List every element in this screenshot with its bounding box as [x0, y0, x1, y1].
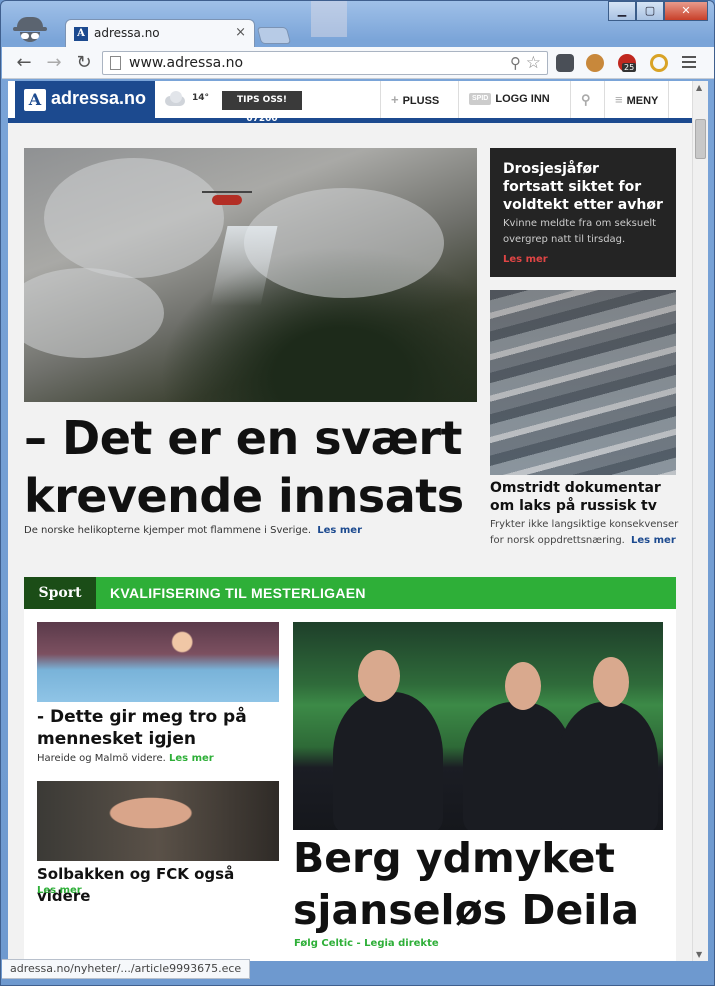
- menu-label: MENY: [626, 95, 659, 107]
- sport-story1-read-more[interactable]: Les mer: [169, 753, 214, 764]
- browser-toolbar: ← → ↻ www.adressa.no ⚲ ☆ 25: [2, 47, 714, 79]
- main-lede-text: De norske helikopterne kjemper mot flamm…: [24, 525, 312, 536]
- sport-main-title[interactable]: Berg ydmyket sjanseløs Deila: [293, 832, 663, 936]
- page-scrollbar[interactable]: ▲ ▼: [692, 81, 708, 961]
- evernote-icon[interactable]: [556, 54, 574, 72]
- sport-story1-lede-text: Hareide og Malmö videre.: [37, 753, 166, 764]
- salmon-read-more[interactable]: Les mer: [631, 535, 676, 546]
- temperature: 14°: [192, 93, 210, 103]
- sport-section-bar: Sport KVALIFISERING TIL MESTERLIGAEN: [24, 577, 676, 609]
- pluss-link[interactable]: + PLUSS: [380, 81, 449, 118]
- scroll-thumb[interactable]: [695, 119, 706, 159]
- dark-story-read-more[interactable]: Les mer: [503, 254, 663, 265]
- star-icon[interactable]: ☆: [526, 53, 541, 73]
- adblock-icon[interactable]: 25: [618, 54, 637, 72]
- weather-icon[interactable]: [165, 91, 187, 107]
- sport-section-title[interactable]: KVALIFISERING TIL MESTERLIGAEN: [110, 577, 366, 609]
- scroll-up-icon[interactable]: ▲: [696, 83, 702, 92]
- tab-close-icon[interactable]: ×: [235, 25, 246, 40]
- salmon-photo[interactable]: [490, 290, 676, 475]
- water-drop-shape: [210, 226, 278, 306]
- close-window-button[interactable]: ✕: [664, 1, 708, 21]
- login-label: LOGG INN: [495, 93, 550, 105]
- site-logo[interactable]: A adressa.no: [15, 81, 155, 118]
- plus-icon: +: [391, 92, 399, 107]
- logo-text: adressa.no: [51, 88, 147, 108]
- hamburger-icon: ≡: [615, 92, 623, 107]
- page-viewport: A adressa.no 14° TIPS OSS! 07200 + PLUSS …: [8, 81, 692, 961]
- site-favicon-icon: A: [74, 27, 88, 41]
- header-search-icon[interactable]: ⚲: [570, 81, 604, 118]
- forward-icon[interactable]: →: [44, 53, 64, 73]
- salmon-lede: Frykter ikke langsiktige konsekvenser fo…: [490, 517, 680, 549]
- address-bar[interactable]: www.adressa.no ⚲ ☆: [102, 51, 548, 75]
- menu-button[interactable]: ≡ MENY: [604, 81, 670, 118]
- forest-fire-photo[interactable]: [24, 148, 477, 402]
- url-text[interactable]: www.adressa.no: [129, 55, 243, 71]
- status-bar: adressa.no/nyheter/.../article9993675.ec…: [2, 959, 251, 979]
- dark-story-title[interactable]: Drosjesjåfør fortsatt siktet for voldtek…: [503, 160, 663, 214]
- salmon-title[interactable]: Omstridt dokumentar om laks på russisk t…: [490, 479, 680, 515]
- chrome-menu-icon[interactable]: [682, 56, 696, 68]
- follow-live-link[interactable]: Følg Celtic - Legia direkte: [294, 938, 439, 949]
- logo-mark: A: [24, 89, 46, 111]
- tips-button[interactable]: TIPS OSS! 07200: [222, 91, 302, 124]
- minimize-button[interactable]: ▁: [608, 1, 636, 21]
- spid-badge: SPID: [469, 93, 492, 106]
- maximize-button[interactable]: ▢: [636, 1, 664, 21]
- adblock-badge: 25: [622, 63, 637, 72]
- back-icon[interactable]: ←: [14, 53, 34, 73]
- dark-story-card[interactable]: Drosjesjåfør fortsatt siktet for voldtek…: [490, 148, 676, 277]
- sport-story2-read-more[interactable]: Les mer: [37, 885, 82, 896]
- dark-story-text: Kvinne meldte fra om seksuelt overgrep n…: [503, 218, 657, 245]
- tab-adressa[interactable]: A adressa.no ×: [65, 19, 255, 47]
- login-link[interactable]: SPID LOGG INN: [458, 81, 560, 118]
- search-icon[interactable]: ⚲: [510, 54, 521, 72]
- window-controls: ▁ ▢ ✕: [608, 1, 708, 21]
- incognito-icon: [13, 15, 47, 45]
- browser-window: A adressa.no × ▁ ▢ ✕ ← → ↻ www.adressa.n…: [0, 0, 715, 986]
- solbakken-photo[interactable]: [37, 781, 279, 861]
- pluss-label: PLUSS: [402, 95, 440, 107]
- site-header: A adressa.no 14° TIPS OSS! 07200 + PLUSS …: [8, 81, 692, 124]
- main-headline[interactable]: – Det er en svært krevende innsats: [24, 409, 494, 525]
- new-tab-button[interactable]: [256, 27, 292, 44]
- main-lede: De norske helikopterne kjemper mot flamm…: [24, 523, 484, 539]
- main-read-more[interactable]: Les mer: [317, 525, 362, 536]
- cookie-icon[interactable]: [586, 54, 604, 72]
- tab-title: adressa.no: [94, 26, 160, 40]
- tab-drag-ghost: [311, 1, 347, 37]
- helicopter-shape: [202, 191, 252, 205]
- page-icon: [110, 56, 121, 70]
- scroll-down-icon[interactable]: ▼: [696, 950, 702, 959]
- sport-story1-title[interactable]: - Dette gir meg tro på mennesket igjen: [37, 706, 282, 750]
- reload-icon[interactable]: ↻: [74, 53, 94, 73]
- sport-tag[interactable]: Sport: [24, 577, 96, 609]
- sport-story1-lede: Hareide og Malmö videre. Les mer: [37, 753, 214, 764]
- ring-icon[interactable]: [650, 54, 668, 72]
- celtic-bench-photo[interactable]: [293, 622, 663, 830]
- malmo-celebration-photo[interactable]: [37, 622, 279, 702]
